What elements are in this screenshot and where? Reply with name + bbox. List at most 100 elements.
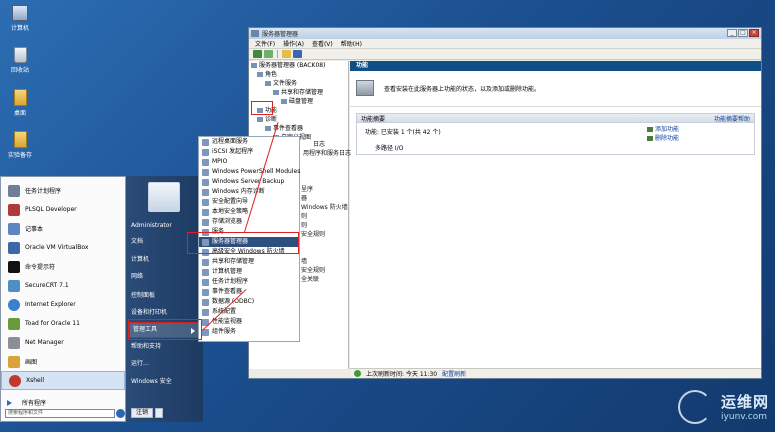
menu-help[interactable]: 帮助(H) bbox=[341, 39, 362, 48]
window-title: 服务器管理器 bbox=[262, 31, 299, 38]
net-manager-icon bbox=[8, 336, 20, 349]
tool-item[interactable]: 计算机管理 bbox=[199, 267, 299, 277]
places-item-windows-security[interactable]: Windows 安全 bbox=[131, 377, 172, 387]
program-xshell[interactable]: Xshell bbox=[1, 371, 125, 390]
odbc-icon bbox=[202, 298, 209, 306]
virtualbox-icon bbox=[8, 241, 20, 254]
event-viewer-icon bbox=[265, 126, 271, 131]
tool-item[interactable]: 任务计划程序 bbox=[199, 277, 299, 287]
toad-icon bbox=[8, 317, 20, 330]
remove-icon bbox=[647, 136, 653, 141]
all-programs-button[interactable]: 所有程序 bbox=[7, 398, 46, 407]
add-features-link[interactable]: 添加功能 bbox=[647, 125, 679, 134]
desktop-icon-recycle-bin[interactable]: 回收站 bbox=[3, 47, 37, 74]
features-description-row: 查看安装在此服务器上功能的状态，以及添加或删除功能。 bbox=[350, 71, 761, 107]
feature-item-mpio: 多路径 I/O bbox=[375, 145, 404, 152]
server-icon bbox=[251, 63, 257, 68]
search-icon[interactable] bbox=[116, 409, 125, 418]
computer-icon bbox=[12, 5, 28, 21]
tree-item-file-services[interactable]: 文件服务 bbox=[249, 79, 348, 88]
tool-item[interactable]: 系统配置 bbox=[199, 307, 299, 317]
logoff-button[interactable]: 注销 bbox=[131, 408, 153, 418]
tool-item[interactable]: Windows PowerShell Modules bbox=[199, 167, 300, 177]
program-toad[interactable]: Toad for Oracle 11 bbox=[1, 314, 125, 333]
program-plsql-developer[interactable]: PLSQL Developer bbox=[1, 200, 125, 219]
toolbar bbox=[249, 49, 761, 60]
diagnostics-icon bbox=[257, 117, 263, 122]
program-virtualbox[interactable]: Oracle VM VirtualBox bbox=[1, 238, 125, 257]
menu-action[interactable]: 操作(A) bbox=[283, 39, 304, 48]
plsql-developer-icon bbox=[8, 203, 20, 216]
tool-item[interactable]: 安全配置向导 bbox=[199, 197, 299, 207]
user-picture[interactable] bbox=[148, 182, 180, 212]
start-search-input[interactable]: 搜索程序和文件 bbox=[5, 409, 115, 418]
window-titlebar[interactable]: 服务器管理器 _ □ × bbox=[249, 28, 761, 39]
refresh-icon[interactable] bbox=[354, 370, 361, 377]
tree-item-server-manager[interactable]: 服务器管理器 (BACK08) bbox=[249, 61, 348, 70]
places-item-devices-printers[interactable]: 设备和打印机 bbox=[131, 308, 167, 318]
tree-item-event-viewer[interactable]: 事件查看器 bbox=[249, 124, 348, 133]
desktop-icon-label: 回收站 bbox=[10, 67, 29, 74]
add-icon bbox=[647, 127, 653, 132]
local-policy-icon bbox=[202, 208, 209, 216]
tool-item[interactable]: 事件查看器 bbox=[199, 287, 299, 297]
features-summary-header[interactable]: 功能摘要 功能摘要帮助 bbox=[356, 113, 755, 123]
backup-icon bbox=[202, 178, 209, 186]
tool-item[interactable]: MPIO bbox=[199, 157, 299, 167]
places-item-computer[interactable]: 计算机 bbox=[131, 255, 149, 265]
tool-item[interactable]: Windows 内存诊断 bbox=[199, 187, 299, 197]
feature-actions: 添加功能 删除功能 bbox=[647, 125, 679, 143]
back-arrow-icon[interactable] bbox=[253, 50, 262, 58]
forward-arrow-icon[interactable] bbox=[264, 50, 273, 58]
minimize-button[interactable]: _ bbox=[727, 29, 737, 37]
start-menu-places: Administrator 文档 计算机 网络 控制面板 设备和打印机 管理工具… bbox=[126, 176, 203, 422]
tree-item-share-storage[interactable]: 共享和存储管理 bbox=[249, 88, 348, 97]
menu-view[interactable]: 查看(V) bbox=[312, 39, 333, 48]
pane-header: 功能 bbox=[350, 61, 761, 71]
close-button[interactable]: × bbox=[749, 29, 759, 37]
desktop-icon-lab-folder[interactable]: 实验备存 bbox=[3, 131, 37, 159]
tool-item[interactable]: 远程桌面服务 bbox=[199, 137, 299, 147]
program-task-scheduler[interactable]: 任务计划程序 bbox=[1, 181, 125, 200]
maximize-button[interactable]: □ bbox=[738, 29, 748, 37]
places-item-help-support[interactable]: 帮助和支持 bbox=[131, 342, 161, 352]
program-command-prompt[interactable]: 命令提示符 bbox=[1, 257, 125, 276]
features-summary-help-link[interactable]: 功能摘要帮助 bbox=[714, 114, 750, 123]
places-item-network[interactable]: 网络 bbox=[131, 272, 143, 282]
shutdown-options-button[interactable] bbox=[155, 408, 163, 418]
help-icon[interactable] bbox=[293, 50, 302, 58]
folder-icon bbox=[13, 131, 27, 148]
tool-item[interactable]: 组件服务 bbox=[199, 327, 299, 337]
remove-features-link[interactable]: 删除功能 bbox=[647, 134, 679, 143]
watermark: 运维网 iyunv.com bbox=[676, 388, 771, 428]
places-item-run[interactable]: 运行... bbox=[131, 359, 149, 369]
configure-refresh-link[interactable]: 配置刷新 bbox=[442, 369, 466, 378]
places-item-administrator[interactable]: Administrator bbox=[131, 221, 172, 231]
show-hide-tree-icon[interactable] bbox=[282, 50, 291, 58]
share-icon bbox=[273, 90, 279, 95]
features-summary-title: 功能摘要 bbox=[361, 115, 386, 123]
menu-file[interactable]: 文件(F) bbox=[255, 39, 275, 48]
desktop-icon-computer[interactable]: 计算机 bbox=[3, 5, 37, 32]
annotation-box-admin-tools bbox=[128, 319, 202, 340]
program-notepad[interactable]: 记事本 bbox=[1, 219, 125, 238]
desktop-icon-desktop-folder[interactable]: 桌面 bbox=[3, 89, 37, 117]
computer-management-icon bbox=[202, 268, 209, 276]
iscsi-icon bbox=[202, 148, 209, 156]
program-internet-explorer[interactable]: Internet Explorer bbox=[1, 295, 125, 314]
main-pane: 功能 查看安装在此服务器上功能的状态，以及添加或删除功能。 功能摘要 功能摘要帮… bbox=[350, 61, 761, 369]
program-paint[interactable]: 画图 bbox=[1, 352, 125, 371]
internet-explorer-icon bbox=[8, 298, 20, 311]
places-item-documents[interactable]: 文档 bbox=[131, 237, 143, 247]
watermark-logo-icon bbox=[678, 390, 712, 424]
tree-item-roles[interactable]: 角色 bbox=[249, 70, 348, 79]
program-securecrt[interactable]: SecureCRT 7.1 bbox=[1, 276, 125, 295]
tree-item-diagnostics[interactable]: 诊断 bbox=[249, 115, 348, 124]
tool-item[interactable]: 共享和存储管理 bbox=[199, 257, 299, 267]
tool-item[interactable]: 数据源 (ODBC) bbox=[199, 297, 299, 307]
watermark-text: 运维网 bbox=[720, 393, 769, 411]
tool-item[interactable]: Windows Server Backup bbox=[199, 177, 299, 187]
tool-item[interactable]: iSCSI 发起程序 bbox=[199, 147, 299, 157]
program-net-manager[interactable]: Net Manager bbox=[1, 333, 125, 352]
places-item-control-panel[interactable]: 控制面板 bbox=[131, 291, 155, 301]
